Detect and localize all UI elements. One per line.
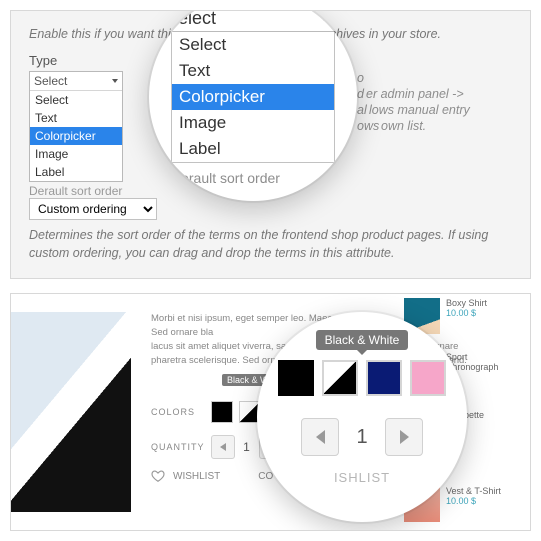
- related-price-1: 10.00 $: [446, 308, 487, 318]
- product-image: [11, 312, 131, 512]
- zoom-qty-increase-button[interactable]: [385, 418, 423, 456]
- type-option-colorpicker[interactable]: Colorpicker: [30, 127, 122, 145]
- zoom-select-value-trunc: elect: [178, 10, 216, 29]
- zoom-swatch-navy[interactable]: [366, 360, 402, 396]
- zoom-option-text[interactable]: Text: [172, 58, 334, 84]
- qty-decrease-button[interactable]: [211, 435, 235, 459]
- zoom-default-sort-label: Derault sort order: [171, 170, 335, 186]
- attribute-settings-panel: Enable this if you want this attribute t…: [10, 10, 531, 279]
- zoom-qty-decrease-button[interactable]: [301, 418, 339, 456]
- zoom-option-image[interactable]: Image: [172, 110, 334, 136]
- caret-down-icon: [112, 79, 118, 83]
- type-option-label[interactable]: Label: [30, 163, 122, 181]
- sort-order-select[interactable]: Custom ordering: [29, 198, 157, 220]
- sort-order-hint: Determines the sort order of the terms o…: [29, 226, 512, 262]
- type-option-text[interactable]: Text: [30, 109, 122, 127]
- zoom-qty-value: 1: [349, 426, 375, 449]
- related-title-2: Sport Chronograph: [446, 352, 522, 372]
- zoom-swatch-tooltip: Black & White: [316, 330, 409, 350]
- bg-hint-frag-ows: ows: [357, 117, 379, 136]
- type-option-image[interactable]: Image: [30, 145, 122, 163]
- zoom-type-select-head[interactable]: elect: [171, 10, 335, 32]
- caret-down-icon: [320, 16, 328, 21]
- product-preview-panel: Morbi et nisi ipsum, eget semper leo. Ma…: [10, 293, 531, 531]
- related-title-1: Boxy Shirt: [446, 298, 487, 308]
- colors-label: COLORS: [151, 407, 195, 417]
- bg-hint-list: own list.: [381, 117, 426, 136]
- zoom-swatch-pink[interactable]: [410, 360, 446, 396]
- wishlist-label[interactable]: WISHLIST: [173, 471, 220, 482]
- related-item-1[interactable]: Boxy Shirt 10.00 $: [404, 298, 522, 334]
- zoom-lens-swatches: Black & White 1 ISHLIST: [257, 312, 467, 522]
- zoom-option-colorpicker[interactable]: Colorpicker: [172, 84, 334, 110]
- zoom-option-label[interactable]: Label: [172, 136, 334, 162]
- type-select[interactable]: Select Select Text Colorpicker Image Lab…: [29, 71, 123, 182]
- compare-label-trunc[interactable]: CO: [258, 471, 273, 482]
- type-option-select[interactable]: Select: [30, 91, 122, 109]
- quantity-label: QUANTITY: [151, 442, 205, 452]
- zoom-swatch-black[interactable]: [278, 360, 314, 396]
- heart-icon: [151, 469, 165, 483]
- qty-value: 1: [241, 440, 253, 454]
- zoom-type-option-list: Select Text Colorpicker Image Label: [171, 32, 335, 163]
- zoom-wishlist-trunc: ISHLIST: [334, 470, 390, 485]
- zoom-option-select[interactable]: Select: [172, 32, 334, 58]
- type-select-value: Select: [34, 74, 67, 88]
- zoom-swatch-black-white[interactable]: [322, 360, 358, 396]
- zoom-lens-type-dropdown: elect Select Text Colorpicker Image Labe…: [149, 10, 357, 201]
- swatch-black[interactable]: [211, 401, 233, 423]
- related-title-4: Vest & T-Shirt: [446, 486, 501, 496]
- related-price-4: 10.00 $: [446, 496, 501, 506]
